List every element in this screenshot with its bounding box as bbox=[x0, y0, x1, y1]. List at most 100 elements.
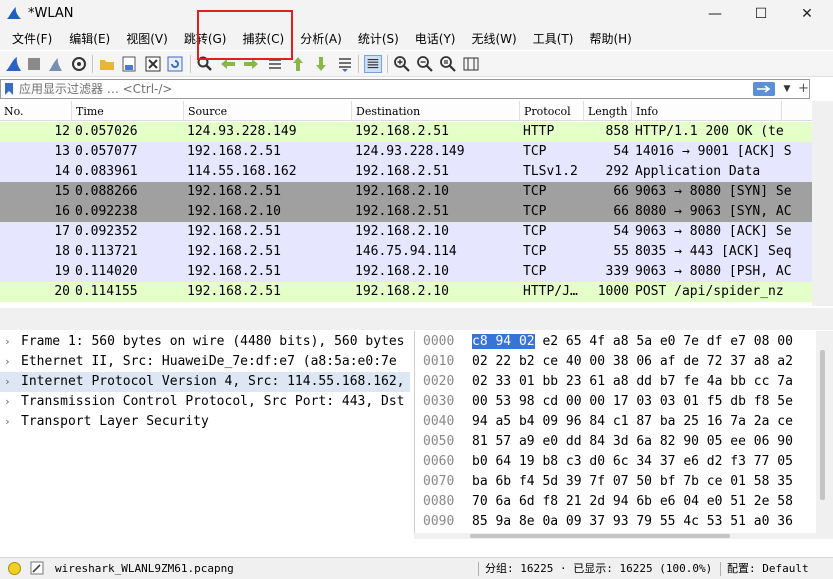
auto-scroll-icon[interactable] bbox=[336, 55, 354, 73]
detail-text: Internet Protocol Version 4, Src: 114.55… bbox=[21, 374, 405, 389]
packet-row[interactable]: 16 0.092238 192.168.2.10 192.168.2.51 TCP 66 8… bbox=[0, 202, 812, 222]
hex-row[interactable]: 0020 02 33 01 bb 23 61 a8 dd b7 fe 4a bb … bbox=[415, 372, 815, 392]
packet-row[interactable]: 13 0.057077 192.168.2.51 124.93.228.149 TCP 5… bbox=[0, 142, 812, 162]
column-header-length[interactable]: Length bbox=[584, 101, 632, 121]
detail-ethernet[interactable]: › Ethernet II, Src: HuaweiDe_7e:df:e7 (a… bbox=[0, 352, 410, 372]
packet-cell-info: POST /api/spider_nz bbox=[635, 284, 784, 299]
display-filter-input[interactable]: 应用显示过滤器 … <Ctrl-/> bbox=[19, 80, 172, 98]
colorize-icon[interactable] bbox=[364, 55, 382, 73]
packet-row[interactable]: 14 0.083961 114.55.168.162 192.168.2.51 TLSv… bbox=[0, 162, 812, 182]
menu-wireless[interactable]: 无线(W) bbox=[464, 28, 525, 50]
packet-row[interactable]: 12 0.057026 124.93.228.149 192.168.2.51 HTTP… bbox=[0, 122, 812, 142]
detail-tcp[interactable]: › Transmission Control Protocol, Src Por… bbox=[0, 392, 410, 412]
hex-row[interactable]: 0080 70 6a 6d f8 21 2d 94 6b e6 04 e0 51 … bbox=[415, 492, 815, 512]
hex-row[interactable]: 0050 81 57 a9 e0 dd 84 3d 6a 82 90 05 ee … bbox=[415, 432, 815, 452]
expand-arrow-icon[interactable]: › bbox=[4, 392, 11, 412]
bytes-horizontal-thumb[interactable] bbox=[470, 534, 730, 538]
resize-columns-icon[interactable] bbox=[462, 55, 480, 73]
reload-icon[interactable] bbox=[166, 55, 184, 73]
options-gear-icon[interactable] bbox=[70, 55, 88, 73]
hex-values: 02 22 b2 ce 40 00 38 06 af de 72 37 a8 a… bbox=[472, 354, 793, 369]
menu-telephony[interactable]: 电话(Y) bbox=[407, 28, 464, 50]
capture-comment-icon[interactable] bbox=[30, 561, 44, 575]
menu-file[interactable]: 文件(F) bbox=[4, 28, 60, 50]
menu-analyze[interactable]: 分析(A) bbox=[292, 28, 350, 50]
menu-tools[interactable]: 工具(T) bbox=[525, 28, 582, 50]
hex-row[interactable]: 0000 c8 94 02 e2 65 4f a8 5a e0 7e df e7 … bbox=[415, 332, 815, 352]
hex-bytes: b0 64 19 b8 c3 d0 6c 34 37 e6 d2 f3 77 0… bbox=[472, 452, 793, 472]
expert-info-icon[interactable] bbox=[8, 562, 21, 575]
hex-row[interactable]: 0010 02 22 b2 ce 40 00 38 06 af de 72 37 … bbox=[415, 352, 815, 372]
bookmark-icon[interactable] bbox=[4, 83, 14, 95]
menu-edit[interactable]: 编辑(E) bbox=[61, 28, 118, 50]
packet-row[interactable]: 15 0.088266 192.168.2.51 192.168.2.10 TCP 66 9… bbox=[0, 182, 812, 202]
apply-filter-arrow-icon[interactable] bbox=[753, 82, 775, 96]
maximize-button[interactable]: ☐ bbox=[738, 0, 784, 28]
save-file-icon[interactable] bbox=[120, 55, 138, 73]
hex-offset: 0070 bbox=[423, 474, 455, 489]
wireshark-fin-icon bbox=[7, 7, 21, 19]
packet-cell-info: 9063 → 8080 [SYN] Se bbox=[635, 184, 792, 199]
packet-row[interactable]: 20 0.114155 192.168.2.51 192.168.2.10 HTTP/J… bbox=[0, 282, 812, 302]
hex-row[interactable]: 0070 ba 6b f4 5d 39 7f 07 50 bf 7b ce 01 … bbox=[415, 472, 815, 492]
packet-list: No. Time Source Destination Protocol Len… bbox=[0, 101, 812, 306]
bytes-scrollbar-thumb[interactable] bbox=[820, 350, 825, 500]
expand-arrow-icon[interactable]: › bbox=[4, 352, 11, 372]
hex-row[interactable]: 0060 b0 64 19 b8 c3 d0 6c 34 37 e6 d2 f3 … bbox=[415, 452, 815, 472]
packet-row[interactable]: 18 0.113721 192.168.2.51 146.75.94.114 TCP 55… bbox=[0, 242, 812, 262]
expand-arrow-icon[interactable]: › bbox=[4, 332, 11, 352]
zoom-reset-icon[interactable] bbox=[439, 55, 457, 73]
packet-cell-len: 292 bbox=[605, 164, 629, 179]
open-folder-icon[interactable] bbox=[98, 55, 116, 73]
column-header-info[interactable]: Info bbox=[632, 101, 782, 121]
packet-cell-src: 192.168.2.51 bbox=[187, 284, 281, 299]
detail-text: Transmission Control Protocol, Src Port:… bbox=[21, 394, 405, 409]
menu-statistics[interactable]: 统计(S) bbox=[350, 28, 407, 50]
packet-cell-proto: TCP bbox=[523, 244, 547, 259]
packet-cell-proto: TLSv1.2 bbox=[523, 164, 578, 179]
last-packet-icon[interactable] bbox=[312, 55, 330, 73]
shark-fin-start-icon[interactable] bbox=[4, 55, 22, 73]
packet-cell-len: 858 bbox=[605, 124, 629, 139]
packet-cell-src: 114.55.168.162 bbox=[187, 164, 297, 179]
hex-row[interactable]: 0090 85 9a 8e 0a 09 37 93 79 55 4c 53 51 … bbox=[415, 512, 815, 532]
column-header-time[interactable]: Time bbox=[72, 101, 184, 121]
packet-row[interactable]: 17 0.092352 192.168.2.51 192.168.2.10 TCP 54 9… bbox=[0, 222, 812, 242]
zoom-in-icon[interactable] bbox=[393, 55, 411, 73]
configuration-profile[interactable]: 配置: Default bbox=[727, 558, 809, 579]
detail-frame[interactable]: › Frame 1: 560 bytes on wire (4480 bits)… bbox=[0, 332, 410, 352]
packet-cell-src: 124.93.228.149 bbox=[187, 124, 297, 139]
add-filter-button[interactable]: + bbox=[798, 80, 810, 98]
hex-row[interactable]: 0040 94 a5 b4 09 96 84 c1 87 ba 25 16 7a … bbox=[415, 412, 815, 432]
column-header-protocol[interactable]: Protocol bbox=[520, 101, 584, 121]
packet-list-header: No. Time Source Destination Protocol Len… bbox=[0, 101, 812, 121]
pane-splitter[interactable] bbox=[0, 308, 833, 330]
hex-offset: 0050 bbox=[423, 434, 455, 449]
column-header-destination[interactable]: Destination bbox=[352, 101, 520, 121]
restart-icon[interactable] bbox=[46, 55, 64, 73]
close-button[interactable]: ✕ bbox=[784, 0, 830, 28]
close-file-icon[interactable] bbox=[144, 55, 162, 73]
packet-cell-len: 339 bbox=[605, 264, 629, 279]
menu-bar: 文件(F) 编辑(E) 视图(V) 跳转(G) 捕获(C) 分析(A) 统计(S… bbox=[0, 28, 833, 50]
hex-offset: 0060 bbox=[423, 454, 455, 469]
packet-cell-len: 1000 bbox=[597, 284, 629, 299]
column-header-source[interactable]: Source bbox=[184, 101, 352, 121]
stop-icon[interactable] bbox=[25, 55, 43, 73]
menu-view[interactable]: 视图(V) bbox=[118, 28, 176, 50]
packet-cell-len: 54 bbox=[613, 224, 629, 239]
zoom-out-icon[interactable] bbox=[416, 55, 434, 73]
detail-ipv4[interactable]: › Internet Protocol Version 4, Src: 114.… bbox=[0, 372, 410, 392]
packet-cell-len: 66 bbox=[613, 204, 629, 219]
packet-list-scrollbar[interactable] bbox=[812, 101, 833, 306]
expand-arrow-icon[interactable]: › bbox=[4, 412, 11, 432]
expand-arrow-icon[interactable]: › bbox=[4, 372, 11, 392]
detail-tls[interactable]: › Transport Layer Security bbox=[0, 412, 410, 432]
hex-bytes: 81 57 a9 e0 dd 84 3d 6a 82 90 05 ee 06 9… bbox=[472, 432, 793, 452]
filter-history-dropdown[interactable]: ▼ bbox=[781, 82, 793, 96]
minimize-button[interactable]: — bbox=[692, 0, 738, 28]
column-header-no[interactable]: No. bbox=[0, 101, 72, 121]
hex-row[interactable]: 0030 00 53 98 cd 00 00 17 03 03 01 f5 db … bbox=[415, 392, 815, 412]
menu-help[interactable]: 帮助(H) bbox=[581, 28, 639, 50]
packet-row[interactable]: 19 0.114020 192.168.2.51 192.168.2.10 TCP 339… bbox=[0, 262, 812, 282]
